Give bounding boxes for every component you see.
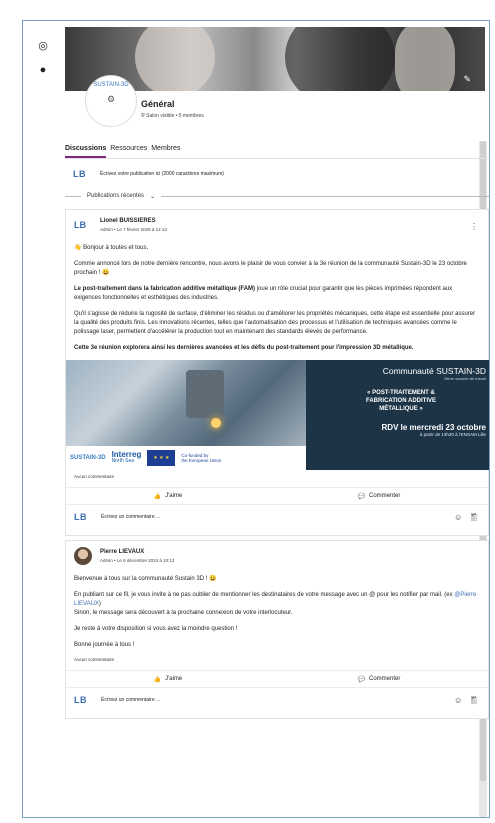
avatar: LB	[73, 169, 86, 179]
comment-icon: 💬	[357, 493, 366, 500]
comment-composer[interactable]: LB Écrivez un commentaire ... ☺ 🖺	[74, 505, 480, 529]
group-header: SUSTAIN-3D ⚙ Général ⛨ Salon visible • 5…	[65, 75, 489, 143]
attach-icon[interactable]: 🖺	[471, 696, 480, 705]
like-button[interactable]: 👍 J'aime	[154, 676, 183, 683]
section-label: Publications récentes	[87, 193, 145, 199]
avatar[interactable]: LB	[74, 220, 92, 234]
partner-logos: SUSTAIN-3D Interreg North Sea ★ ★ ★ Co-f…	[66, 446, 306, 470]
post-paragraph: Comme annoncé lors de notre dernière ren…	[74, 261, 467, 276]
event-subtitle: 3ème session de travail	[443, 376, 486, 381]
post-body: Bienvenue à tous sur la communauté Susta…	[74, 575, 480, 650]
event-headline: « POST-TRAITEMENT & FABRICATION ADDITIVE…	[366, 390, 436, 412]
comment-icon: 💬	[357, 676, 366, 683]
attach-icon[interactable]: 🖺	[471, 513, 480, 522]
edit-banner-icon[interactable]: ✎	[463, 74, 471, 85]
group-meta: ⛨ Salon visible • 5 membres	[141, 113, 204, 119]
comment-button[interactable]: 💬 Commenter	[358, 493, 401, 500]
nav-dot-icon[interactable]: ●	[33, 64, 53, 76]
post-meta: Admin • Le 6 décembre 2024 à 10:13	[100, 558, 175, 563]
eu-funding-text: Co-funded by the European Union	[181, 453, 222, 463]
event-banner-image[interactable]: SUSTAIN-3D Interreg North Sea ★ ★ ★ Co-f…	[66, 360, 489, 470]
group-name: Général	[141, 99, 175, 109]
settings-icon[interactable]: ⚙	[86, 94, 136, 105]
comment-input[interactable]: Écrivez un commentaire ...	[101, 697, 160, 703]
comment-button[interactable]: 💬 Commenter	[358, 676, 401, 683]
comment-composer[interactable]: LB Écrivez un commentaire ... ☺ 🖺	[74, 688, 480, 712]
more-options-icon[interactable]: ⋮	[470, 222, 478, 231]
printer-photo	[66, 360, 306, 446]
tab-resources[interactable]: Ressources	[110, 143, 147, 158]
post-greeting: 👋 Bonjour à toutes et tous,	[74, 245, 149, 251]
main-content: ✎ SUSTAIN-3D ⚙ Général ⛨ Salon visible •…	[65, 27, 489, 723]
chevron-down-icon[interactable]: ⌄	[150, 193, 155, 200]
avatar: LB	[74, 512, 87, 522]
avatar[interactable]	[74, 547, 92, 565]
emoji-icon[interactable]: ☺	[454, 513, 465, 522]
app-frame: ◎ ● ✎ SUSTAIN-3D ⚙ Général ⛨ Salon visib…	[22, 20, 490, 818]
post-actions: 👍 J'aime 💬 Commenter	[66, 487, 488, 505]
shield-icon: ⛨	[141, 113, 145, 119]
tab-members[interactable]: Membres	[151, 143, 180, 158]
post-actions: 👍 J'aime 💬 Commenter	[66, 670, 488, 688]
post-author[interactable]: Lionel BUISSIERES	[100, 218, 156, 224]
post-paragraph: Bonne journée à tous !	[74, 642, 135, 648]
post-paragraph: En publiant sur ce fil, je vous invite à…	[74, 592, 477, 616]
tab-discussions[interactable]: Discussions	[65, 143, 107, 158]
post-card: LB Lionel BUISSIERES Admin • Le 7 févrie…	[65, 209, 489, 536]
comment-count: Aucun commentaire	[74, 657, 115, 662]
post-paragraph: Bienvenue à tous sur la communauté Susta…	[74, 576, 217, 582]
post-body: 👋 Bonjour à toutes et tous, Comme annonc…	[74, 244, 480, 353]
post-author[interactable]: Pierre LIEVAUX	[100, 549, 144, 555]
tab-bar: Discussions Ressources Membres	[65, 143, 489, 159]
post-paragraph: Le post-traitement dans la fabrication a…	[74, 286, 453, 301]
event-date: RDV le mercredi 23 octobre	[381, 423, 486, 432]
event-details: Communauté SUSTAIN-3D 3ème session de tr…	[316, 366, 486, 437]
like-button[interactable]: 👍 J'aime	[154, 493, 183, 500]
thumbs-up-icon: 👍	[153, 676, 162, 683]
left-rail: ◎ ●	[33, 39, 53, 88]
post-paragraph: Je reste à votre disposition si vous ave…	[74, 626, 238, 632]
comment-input[interactable]: Écrivez un commentaire ...	[101, 514, 160, 520]
comment-count: Aucun commentaire	[74, 474, 115, 479]
post-input[interactable]: Écrivez votre publication ici (2000 cara…	[100, 171, 224, 177]
post-card: Pierre LIEVAUX Admin • Le 6 décembre 202…	[65, 540, 489, 719]
interreg-logo: Interreg North Sea	[111, 450, 142, 465]
event-place: à partir de 13h30 à l'ENSAM Lille	[419, 432, 486, 437]
event-title: Communauté SUSTAIN-3D	[382, 366, 486, 376]
group-logo: SUSTAIN-3D ⚙	[85, 75, 137, 127]
post-meta: Admin • Le 7 février 2025 à 12:13	[100, 227, 167, 232]
emoji-icon[interactable]: ☺	[454, 696, 465, 705]
post-composer[interactable]: LB Écrivez votre publication ici (2000 c…	[65, 159, 489, 189]
thumbs-up-icon: 👍	[153, 493, 162, 500]
post-paragraph: Qu'il s'agisse de réduire la rugosité de…	[74, 311, 476, 335]
home-icon[interactable]: ◎	[33, 39, 53, 52]
avatar: LB	[74, 695, 87, 705]
sustain-logo: SUSTAIN-3D	[70, 455, 106, 461]
recent-posts-filter[interactable]: Publications récentes ⌄	[65, 189, 489, 203]
post-paragraph: Cette 3e réunion explorera ainsi les der…	[74, 345, 414, 351]
eu-flag-icon: ★ ★ ★	[147, 450, 176, 466]
